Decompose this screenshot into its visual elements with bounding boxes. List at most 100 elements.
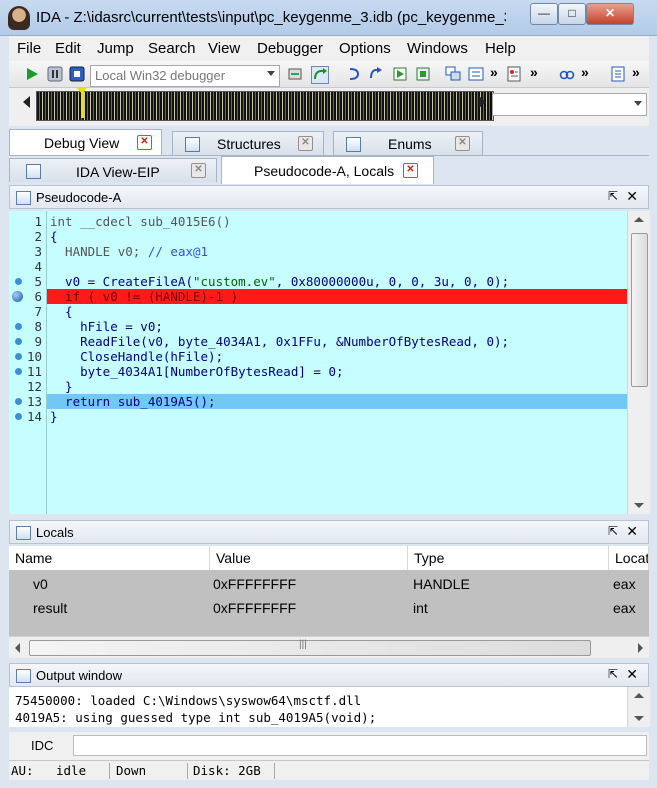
segments-icon[interactable] <box>468 66 484 82</box>
float-window-icon[interactable]: ⇱ <box>608 189 618 203</box>
idc-command-input[interactable] <box>73 735 647 756</box>
close-icon[interactable]: ✕ <box>626 523 638 540</box>
current-instruction-icon[interactable] <box>12 291 23 302</box>
breakpoint-dot-icon[interactable] <box>15 398 22 405</box>
step-into-icon[interactable] <box>346 66 362 82</box>
column-header-name[interactable]: Name <box>9 546 210 570</box>
scrollbar-thumb[interactable] <box>29 640 591 656</box>
menu-help[interactable]: Help <box>485 40 516 57</box>
close-icon[interactable]: ✕ <box>298 136 313 151</box>
column-header-location[interactable]: Locat <box>609 546 649 570</box>
code-line[interactable]: return sub_4019A5(); <box>9 394 627 409</box>
title-bar[interactable]: IDA - Z:\idasrc\current\tests\input\pc_k… <box>0 0 657 36</box>
tab-ida-view-eip[interactable]: IDA View-EIP ✕ <box>9 158 217 182</box>
locals-horizontal-scrollbar[interactable]: ||| <box>9 636 649 658</box>
nav-left-arrow-icon[interactable] <box>23 96 30 108</box>
code-line[interactable] <box>9 259 627 274</box>
menu-jump[interactable]: Jump <box>97 40 134 57</box>
tab-enums[interactable]: Enums ✕ <box>333 131 483 155</box>
menu-file[interactable]: File <box>17 40 41 57</box>
menu-view[interactable]: View <box>208 40 240 57</box>
float-window-icon[interactable]: ⇱ <box>608 524 618 538</box>
code-line[interactable]: CloseHandle(hFile); <box>9 349 627 364</box>
debugger-select[interactable]: Local Win32 debugger <box>90 65 280 87</box>
close-icon[interactable]: ✕ <box>455 136 470 151</box>
close-icon[interactable]: ✕ <box>137 135 152 150</box>
pseudocode-scrollbar[interactable] <box>627 211 650 514</box>
breakpoint-dot-icon[interactable] <box>15 353 22 360</box>
table-row[interactable]: result 0xFFFFFFFF int eax <box>9 600 649 622</box>
breakpoint-dot-icon[interactable] <box>15 323 22 330</box>
code-line[interactable]: { <box>9 229 627 244</box>
menu-search[interactable]: Search <box>148 40 196 57</box>
pause-icon[interactable] <box>47 66 63 82</box>
close-icon[interactable]: ✕ <box>191 163 206 178</box>
run-until-return-icon[interactable] <box>392 66 408 82</box>
list-icon[interactable] <box>610 66 626 82</box>
stop-icon[interactable] <box>69 66 85 82</box>
column-header-type[interactable]: Type <box>408 546 609 570</box>
breakpoint-dot-icon[interactable] <box>15 278 22 285</box>
windows-icon[interactable] <box>445 66 461 82</box>
code-line[interactable]: hFile = v0; <box>9 319 627 334</box>
scroll-left-icon[interactable] <box>15 643 20 653</box>
code-line[interactable]: } <box>9 409 627 424</box>
menu-edit[interactable]: Edit <box>55 40 81 57</box>
code-line[interactable]: { <box>9 304 627 319</box>
close-icon[interactable]: ✕ <box>626 188 638 205</box>
close-icon[interactable]: ✕ <box>403 163 418 178</box>
scroll-right-icon[interactable] <box>638 643 643 653</box>
menu-windows[interactable]: Windows <box>407 40 468 57</box>
attach-process-icon[interactable] <box>287 66 303 82</box>
menu-options[interactable]: Options <box>339 40 391 57</box>
code-token: // eax@1 <box>147 244 209 259</box>
code-line[interactable]: HANDLE v0; // eax@1 <box>9 244 627 259</box>
tab-structures[interactable]: Structures ✕ <box>172 131 324 155</box>
status-bar: AU: idle Down Disk: 2GB <box>9 760 649 780</box>
scroll-up-icon[interactable] <box>634 217 644 222</box>
maximize-button[interactable]: □ <box>558 3 586 25</box>
close-button[interactable]: ✕ <box>586 3 634 25</box>
code-line[interactable]: if ( v0 != (HANDLE)-1 ) <box>9 289 627 304</box>
code-line[interactable]: ReadFile(v0, byte_4034A1, 0x1FFu, &Numbe… <box>9 334 627 349</box>
code-line[interactable]: } <box>9 379 627 394</box>
breakpoint-dot-icon[interactable] <box>15 413 22 420</box>
column-header-value[interactable]: Value <box>210 546 408 570</box>
table-row[interactable]: v0 0xFFFFFFFF HANDLE eax <box>9 576 649 598</box>
scroll-up-icon[interactable] <box>634 693 644 698</box>
tab-debug-view[interactable]: Debug View ✕ <box>9 129 162 155</box>
step-over-icon[interactable] <box>368 66 384 82</box>
float-window-icon[interactable]: ⇱ <box>608 667 618 681</box>
enums-icon <box>346 137 361 152</box>
code-line[interactable]: int __cdecl sub_4015E6() <box>9 214 627 229</box>
menu-debugger[interactable]: Debugger <box>257 40 323 57</box>
watch-icon[interactable] <box>559 66 575 82</box>
close-icon[interactable]: ✕ <box>626 666 638 683</box>
run-icon[interactable] <box>24 66 40 82</box>
toolbar-more-2[interactable]: » <box>530 64 538 80</box>
nav-right-arrow-icon[interactable] <box>479 96 486 108</box>
code-line[interactable]: byte_4034A1[NumberOfBytesRead] = 0; <box>9 364 627 379</box>
navigation-strip[interactable] <box>36 88 494 121</box>
run-to-cursor-icon[interactable] <box>311 66 329 84</box>
segment-select[interactable] <box>492 93 647 116</box>
breakpoint-dot-icon[interactable] <box>15 338 22 345</box>
pseudocode-view[interactable]: int __cdecl sub_4015E6(){ HANDLE v0; // … <box>9 211 627 514</box>
locals-table[interactable]: Name Value Type Locat v0 0xFFFFFFFF HANDLE… <box>9 546 649 636</box>
cell-loc: eax <box>613 600 636 616</box>
code-line[interactable]: v0 = CreateFileA("custom.ev", 0x80000000… <box>9 274 627 289</box>
output-log[interactable]: 75450000: loaded C:\Windows\syswow64\msc… <box>9 687 627 727</box>
toolbar-more-3[interactable]: » <box>581 64 589 80</box>
output-scrollbar[interactable] <box>627 687 650 727</box>
tab-pseudocode-locals[interactable]: Pseudocode-A, Locals ✕ <box>221 156 434 184</box>
scrollbar-thumb[interactable] <box>631 233 648 387</box>
toolbar-more-4[interactable]: » <box>632 64 640 80</box>
scroll-down-icon[interactable] <box>634 503 644 508</box>
toolbar-more-1[interactable]: » <box>490 64 498 80</box>
breakpoints-icon[interactable] <box>506 66 522 82</box>
scroll-down-icon[interactable] <box>634 716 644 721</box>
line-number-gutter[interactable]: 1 2 3 4 5 6 7 8 9 10 11 12 13 14 <box>9 211 47 514</box>
minimize-button[interactable]: — <box>530 3 558 25</box>
trace-icon[interactable] <box>415 66 431 82</box>
breakpoint-dot-icon[interactable] <box>15 368 22 375</box>
